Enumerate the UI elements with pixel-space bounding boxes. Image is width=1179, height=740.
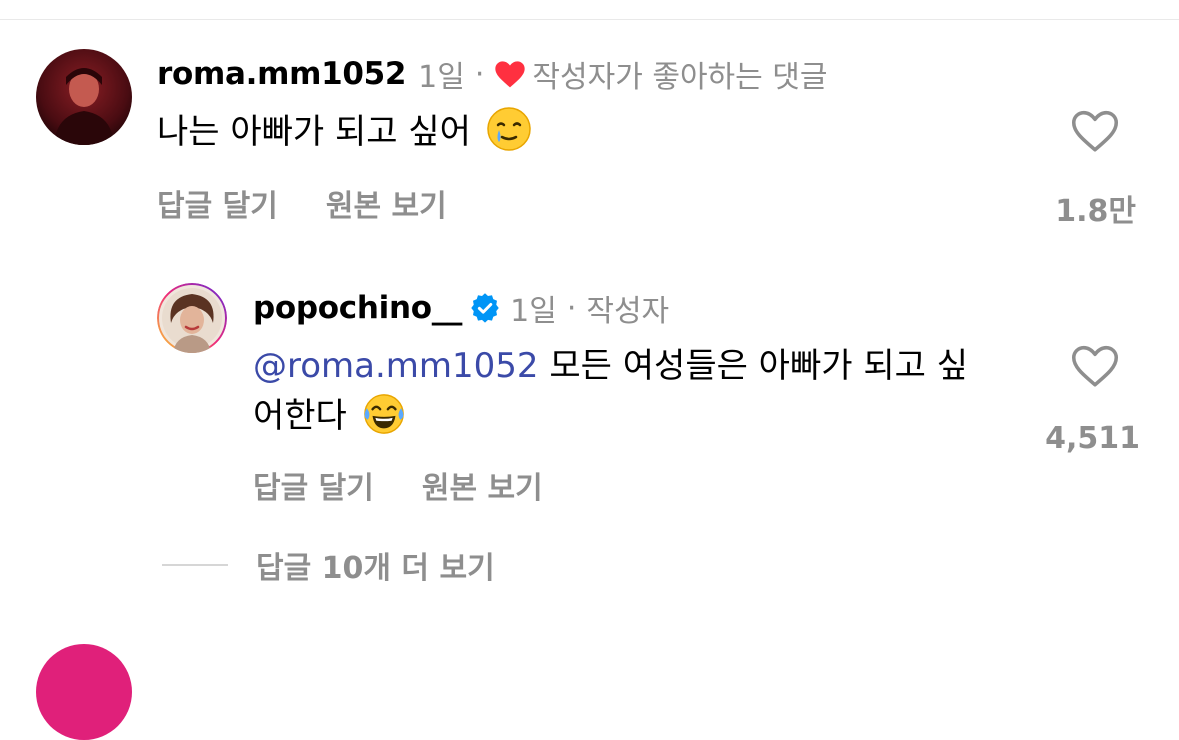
like-heart-icon[interactable] — [1070, 343, 1120, 389]
mention-link[interactable]: @roma.mm1052 — [253, 346, 539, 386]
verified-badge-icon — [470, 293, 500, 323]
top-divider — [0, 19, 1179, 20]
reply-button[interactable]: 답글 달기 — [253, 463, 374, 507]
reply-meta: popochino__ 1일 · 작성자 — [253, 287, 669, 329]
like-count: 1.8만 — [1055, 194, 1136, 229]
view-more-replies-button[interactable]: 답글 10개 더 보기 — [256, 543, 495, 587]
avatar-roma[interactable] — [36, 49, 132, 145]
username[interactable]: roma.mm1052 — [157, 56, 406, 92]
face-with-tears-of-joy-emoji — [362, 392, 406, 450]
comment-time: 1일 — [418, 60, 465, 95]
separator: · — [474, 56, 485, 92]
comment-body: 나는 아빠가 되고 싶어 — [157, 112, 471, 152]
comment-text: 나는 아빠가 되고 싶어 — [157, 106, 532, 166]
avatar-popochino[interactable] — [157, 283, 227, 353]
face-holding-back-tears-emoji — [486, 106, 532, 166]
reply-text: @roma.mm1052 모든 여성들은 아빠가 되고 싶어한다 — [253, 341, 993, 450]
see-original-button[interactable]: 원본 보기 — [326, 181, 447, 225]
next-comment-avatar[interactable] — [36, 644, 132, 740]
comment-actions: 답글 달기 원본 보기 — [157, 181, 447, 225]
like-count: 4,511 — [1045, 421, 1140, 456]
see-original-button[interactable]: 원본 보기 — [422, 463, 543, 507]
reply-button[interactable]: 답글 달기 — [157, 181, 278, 225]
like-heart-icon[interactable] — [1070, 108, 1120, 154]
reply-actions: 답글 달기 원본 보기 — [253, 463, 543, 507]
replies-divider-line — [162, 564, 228, 566]
heart-filled-icon — [494, 59, 526, 89]
username[interactable]: popochino__ — [253, 290, 462, 326]
comment-meta: roma.mm1052 1일 · 작성자가 좋아하는 댓글 — [157, 53, 827, 95]
author-label: 작성자 — [586, 294, 670, 329]
liked-by-author-label: 작성자가 좋아하는 댓글 — [532, 60, 828, 95]
reply-time: 1일 — [510, 294, 557, 329]
separator: · — [566, 290, 577, 326]
